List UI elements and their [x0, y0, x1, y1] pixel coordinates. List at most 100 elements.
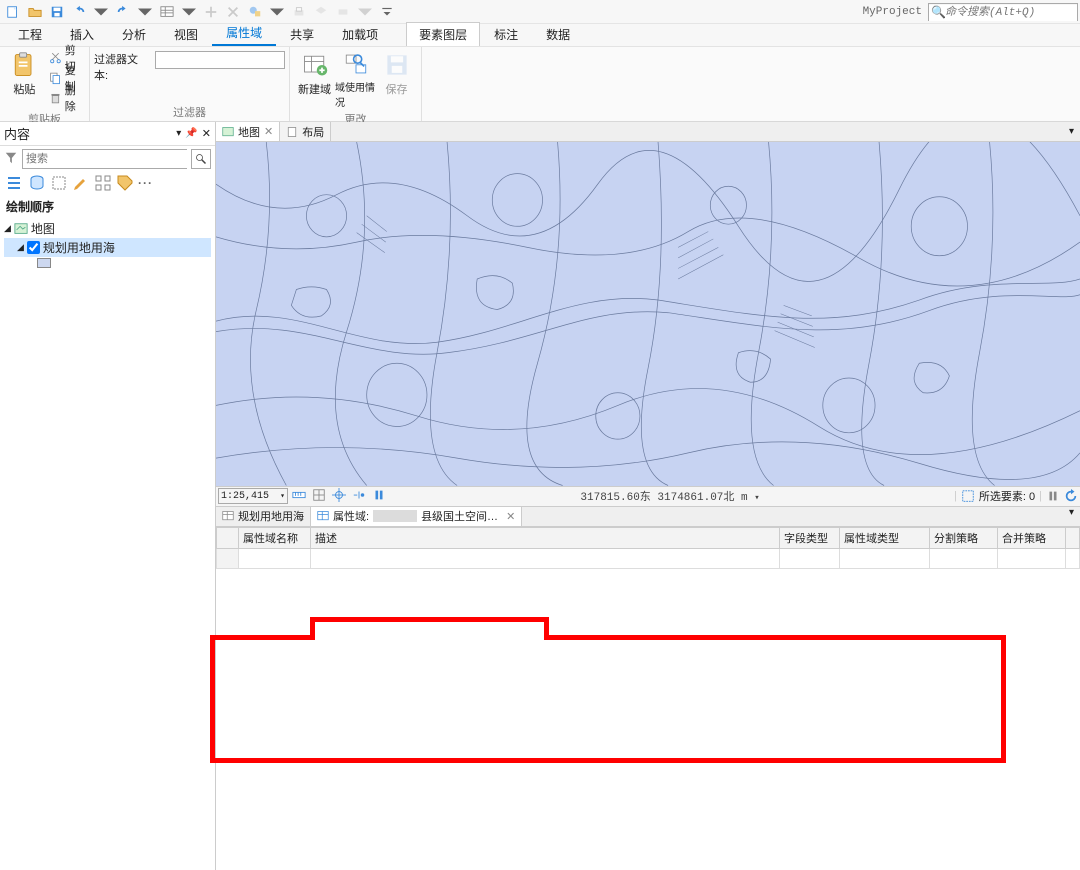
view-tab-map[interactable]: 地图 ✕	[216, 122, 280, 141]
close-icon[interactable]: ✕	[506, 510, 515, 523]
edit-icon[interactable]	[72, 174, 90, 192]
save-icon[interactable]	[47, 2, 67, 22]
plus-icon	[201, 2, 221, 22]
refresh-icon[interactable]	[1064, 489, 1078, 503]
paste-label: 粘贴	[13, 81, 35, 97]
layer-visible-checkbox[interactable]	[27, 241, 40, 254]
snap-status-icon[interactable]	[332, 488, 346, 505]
table-icon	[222, 510, 234, 522]
map-canvas[interactable]	[216, 142, 1080, 487]
view-tab-map-label: 地图	[238, 124, 260, 140]
expander-icon[interactable]: ◢	[4, 223, 11, 234]
expander-icon[interactable]: ◢	[17, 242, 24, 253]
scale-selector[interactable]: 1:25,415▾	[218, 488, 288, 504]
grid-icon[interactable]	[312, 488, 326, 505]
symbol-swatch	[37, 258, 51, 268]
close-icon[interactable]: ✕	[202, 127, 211, 140]
map-icon	[222, 126, 234, 138]
col-description[interactable]: 描述	[311, 527, 780, 548]
filter-funnel-icon[interactable]	[4, 151, 18, 168]
qat-customize-dropdown[interactable]	[377, 2, 397, 22]
context-tab-data[interactable]: 数据	[532, 23, 584, 46]
tab-project[interactable]: 工程	[4, 23, 56, 46]
misc-icon	[333, 2, 353, 22]
annotation-highlight	[210, 758, 1006, 763]
col-domain-type[interactable]: 属性域类型	[840, 527, 930, 548]
save-domain-label: 保存	[386, 81, 408, 97]
col-merge-policy[interactable]: 合并策略	[998, 527, 1066, 548]
contents-search-button[interactable]	[191, 149, 211, 169]
table-row[interactable]	[217, 548, 1080, 568]
close-icon[interactable]: ✕	[264, 125, 273, 138]
annotation-highlight	[210, 635, 215, 763]
col-field-type[interactable]: 字段类型	[780, 527, 840, 548]
domain-usage-label: 域使用情况	[335, 79, 376, 109]
tab-view[interactable]: 视图	[160, 23, 212, 46]
tree-symbol-swatch[interactable]	[4, 257, 211, 269]
chart-icon[interactable]	[245, 2, 265, 22]
domain-usage-button[interactable]: 域使用情况	[335, 49, 376, 109]
more-icon[interactable]: ···	[138, 176, 153, 190]
table-dropdown[interactable]	[179, 2, 199, 22]
redo-icon[interactable]	[113, 2, 133, 22]
pin-icon[interactable]: 📌	[185, 128, 197, 139]
chevron-down-icon[interactable]: ▾	[176, 128, 181, 139]
label-icon[interactable]	[116, 174, 134, 192]
undo-dropdown[interactable]	[91, 2, 111, 22]
status-selected: 所选要素: 0	[979, 488, 1035, 504]
redo-dropdown[interactable]	[135, 2, 155, 22]
drawing-order-icon[interactable]	[6, 174, 24, 192]
col-split-policy[interactable]: 分割策略	[930, 527, 998, 548]
layers-icon	[311, 2, 331, 22]
dyn-text-icon[interactable]	[352, 488, 366, 505]
tab-analysis[interactable]: 分析	[108, 23, 160, 46]
delete-button[interactable]: 删除	[49, 89, 85, 107]
layout-icon	[286, 126, 298, 138]
selection-status-icon[interactable]	[961, 489, 975, 503]
command-search-input[interactable]	[929, 5, 1077, 21]
context-tab-featurelayer[interactable]: 要素图层	[406, 22, 480, 46]
tree-layer-land-use[interactable]: ◢ 规划用地用海	[4, 238, 211, 257]
tab-domain[interactable]: 属性域	[212, 21, 276, 46]
group-filter-title: 过滤器	[90, 104, 289, 121]
table-icon[interactable]	[157, 2, 177, 22]
tab-share[interactable]: 共享	[276, 23, 328, 46]
measure-icon[interactable]	[292, 488, 306, 505]
command-search[interactable]: 🔍	[928, 3, 1078, 21]
lower-tab-domain[interactable]: 属性域: 县级国土空间… ✕	[311, 507, 522, 526]
selection-icon[interactable]	[50, 174, 68, 192]
misc-dropdown	[355, 2, 375, 22]
new-domain-button[interactable]: 新建域	[294, 49, 335, 109]
new-project-icon[interactable]	[3, 2, 23, 22]
col-domain-name[interactable]: 属性域名称	[239, 527, 311, 548]
snap-icon[interactable]	[94, 174, 112, 192]
tree-map-node[interactable]: ◢ 地图	[4, 219, 211, 238]
project-name: MyProject	[863, 6, 922, 18]
contents-search-input[interactable]	[22, 149, 187, 169]
chart-dropdown[interactable]	[267, 2, 287, 22]
lower-tab-land-use-label: 规划用地用海	[238, 508, 304, 524]
remove-icon	[223, 2, 243, 22]
annotation-highlight	[544, 635, 1006, 640]
tab-addin[interactable]: 加载项	[328, 23, 392, 46]
pause-draw-icon[interactable]	[1046, 489, 1060, 503]
status-coords: 317815.60东 3174861.07北 m ▾	[390, 488, 950, 504]
lower-tab-domain-prefix: 属性域:	[333, 508, 369, 524]
lower-tabs-dropdown[interactable]: ▾	[1063, 507, 1080, 526]
paste-button[interactable]: 粘贴	[4, 49, 45, 109]
context-tab-annotate[interactable]: 标注	[480, 23, 532, 46]
search-icon: 🔍	[931, 5, 946, 19]
view-tabs-dropdown[interactable]: ▾	[1063, 126, 1080, 137]
layer-land-use-label: 规划用地用海	[43, 239, 115, 256]
save-domain-button: 保存	[376, 49, 417, 109]
view-tab-layout-label: 布局	[302, 124, 324, 140]
annotation-highlight	[1001, 635, 1006, 763]
open-icon[interactable]	[25, 2, 45, 22]
view-tab-layout[interactable]: 布局	[280, 122, 331, 141]
lower-tab-attribute-table[interactable]: 规划用地用海	[216, 507, 311, 526]
data-source-icon[interactable]	[28, 174, 46, 192]
domain-grid[interactable]: 属性域名称 描述 字段类型 属性域类型 分割策略 合并策略	[216, 527, 1080, 569]
filter-text-input[interactable]	[155, 51, 285, 69]
undo-icon[interactable]	[69, 2, 89, 22]
pause-icon[interactable]	[372, 488, 386, 505]
